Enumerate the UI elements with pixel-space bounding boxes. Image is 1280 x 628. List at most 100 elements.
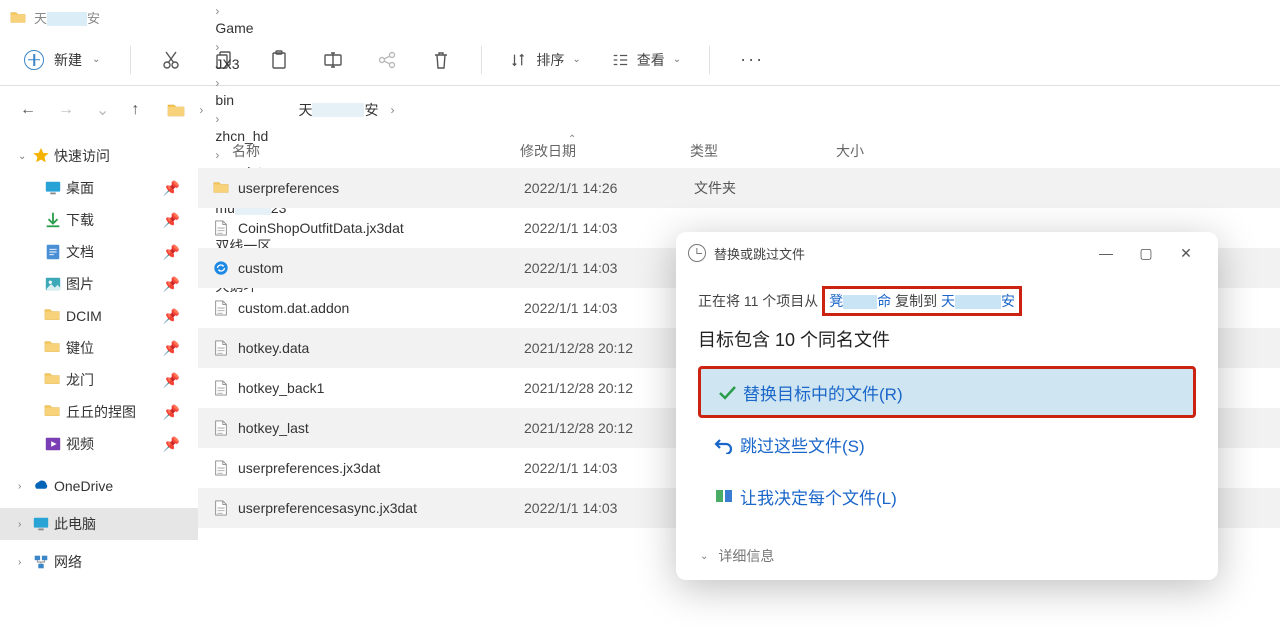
chevron-right-icon: › bbox=[18, 481, 32, 492]
pin-icon: 📌 bbox=[163, 340, 180, 357]
plus-icon bbox=[24, 50, 44, 70]
file-name: custom bbox=[232, 260, 524, 276]
option-replace[interactable]: 替换目标中的文件(R) bbox=[698, 366, 1196, 418]
chevron-right-icon: › bbox=[211, 40, 223, 54]
monitor-icon bbox=[44, 179, 66, 197]
sidebar-item[interactable]: 键位📌 bbox=[0, 332, 198, 364]
sidebar-item[interactable]: 龙门📌 bbox=[0, 364, 198, 396]
monitor-icon bbox=[32, 515, 54, 533]
sidebar-item[interactable]: 文档📌 bbox=[0, 236, 198, 268]
column-date[interactable]: 修改日期 bbox=[520, 141, 690, 161]
pin-icon: 📌 bbox=[163, 372, 180, 389]
nav-arrows: ← → ⌄ ↑ bbox=[20, 100, 139, 120]
dest-link[interactable]: 天安 bbox=[941, 293, 1015, 309]
replace-skip-dialog: 替换或跳过文件 — ▢ ✕ 正在将 11 个项目从 凳命 复制到 天安 目标包含… bbox=[676, 232, 1218, 580]
pin-icon: 📌 bbox=[163, 244, 180, 261]
pin-icon: 📌 bbox=[163, 404, 180, 421]
forward-button[interactable]: → bbox=[58, 101, 74, 119]
file-name: userpreferencesasync.jx3dat bbox=[232, 500, 524, 516]
sidebar-item[interactable]: 下载📌 bbox=[0, 204, 198, 236]
undo-icon bbox=[714, 434, 740, 454]
option-decide[interactable]: 让我决定每个文件(L) bbox=[698, 470, 1196, 522]
file-name: CoinShopOutfitData.jx3dat bbox=[232, 220, 524, 236]
sidebar-item[interactable]: 桌面📌 bbox=[0, 172, 198, 204]
sidebar-item-label: 下载 bbox=[66, 210, 163, 230]
dialog-title: 替换或跳过文件 bbox=[714, 244, 1086, 263]
sync-icon bbox=[210, 259, 232, 277]
breadcrumb-segment[interactable]: JX3 bbox=[211, 54, 290, 74]
pin-icon: 📌 bbox=[163, 308, 180, 325]
breadcrumb-segment[interactable]: Game bbox=[211, 18, 290, 38]
dialog-heading: 目标包含 10 个同名文件 bbox=[698, 326, 1196, 352]
new-button[interactable]: 新建 ⌄ bbox=[18, 44, 112, 76]
source-link[interactable]: 凳命 bbox=[829, 293, 891, 309]
folder-icon bbox=[44, 307, 66, 325]
sidebar-item-label: DCIM bbox=[66, 308, 163, 324]
file-date: 2021/12/28 20:12 bbox=[524, 420, 694, 436]
column-headers[interactable]: ⌃ 名称 修改日期 类型 大小 bbox=[198, 134, 1280, 168]
sidebar-item[interactable]: 图片📌 bbox=[0, 268, 198, 300]
sidebar-item-label: 键位 bbox=[66, 338, 163, 358]
file-date: 2022/1/1 14:03 bbox=[524, 300, 694, 316]
navigation-bar: ← → ⌄ ↑ › 此电脑›OS (C:)›JX3›Game›JX3›bin›z… bbox=[0, 86, 1280, 134]
back-button[interactable]: ← bbox=[20, 101, 36, 119]
option-skip[interactable]: 跳过这些文件(S) bbox=[698, 418, 1196, 470]
file-name: userpreferences.jx3dat bbox=[232, 460, 524, 476]
maximize-button[interactable]: ▢ bbox=[1126, 238, 1166, 268]
file-icon bbox=[210, 339, 232, 357]
chevron-right-icon: › bbox=[386, 103, 398, 117]
sidebar-onedrive[interactable]: › OneDrive bbox=[0, 470, 198, 502]
column-type[interactable]: 类型 bbox=[690, 141, 836, 161]
chevron-right-icon: › bbox=[211, 4, 223, 18]
window-title: 天安 bbox=[34, 8, 100, 27]
recent-button[interactable]: ⌄ bbox=[96, 100, 109, 120]
column-name[interactable]: 名称 bbox=[210, 141, 520, 161]
dialog-copy-status: 正在将 11 个项目从 凳命 复制到 天安 bbox=[698, 286, 1196, 316]
file-icon bbox=[210, 459, 232, 477]
file-date: 2022/1/1 14:03 bbox=[524, 220, 694, 236]
breadcrumb-segment[interactable]: JX3 bbox=[211, 0, 290, 2]
file-icon bbox=[210, 499, 232, 517]
up-button[interactable]: ↑ bbox=[131, 101, 139, 119]
column-size[interactable]: 大小 bbox=[836, 141, 936, 161]
sidebar-item[interactable]: 丘丘的捏图📌 bbox=[0, 396, 198, 428]
folder-icon bbox=[44, 403, 66, 421]
file-date: 2022/1/1 14:26 bbox=[524, 180, 694, 196]
option-label: 让我决定每个文件(L) bbox=[740, 484, 897, 509]
file-name: hotkey.data bbox=[232, 340, 524, 356]
folder-icon bbox=[10, 10, 26, 24]
sidebar-item-label: 此电脑 bbox=[54, 514, 198, 534]
file-date: 2022/1/1 14:03 bbox=[524, 460, 694, 476]
file-date: 2022/1/1 14:03 bbox=[524, 500, 694, 516]
chevron-right-icon: › bbox=[18, 557, 32, 568]
sidebar-item[interactable]: 视频📌 bbox=[0, 428, 198, 460]
dialog-more-details[interactable]: ⌄ 详细信息 bbox=[698, 546, 1196, 566]
pin-icon: 📌 bbox=[163, 436, 180, 453]
sidebar-item-label: 快速访问 bbox=[54, 146, 198, 166]
clock-icon bbox=[688, 244, 706, 262]
sidebar-quick-access[interactable]: ⌄ 快速访问 bbox=[0, 140, 198, 172]
minimize-button[interactable]: — bbox=[1086, 238, 1126, 268]
breadcrumb-segment[interactable]: bin bbox=[211, 90, 290, 110]
sidebar-this-pc[interactable]: › 此电脑 bbox=[0, 508, 198, 540]
onedrive-icon bbox=[32, 477, 54, 495]
sidebar-network[interactable]: › 网络 bbox=[0, 546, 198, 578]
folder-icon bbox=[44, 339, 66, 357]
folder-icon bbox=[210, 179, 232, 197]
sidebar-item[interactable]: DCIM📌 bbox=[0, 300, 198, 332]
down-icon bbox=[44, 211, 66, 229]
file-row[interactable]: userpreferences2022/1/1 14:26文件夹 bbox=[198, 168, 1280, 208]
file-name: custom.dat.addon bbox=[232, 300, 524, 316]
file-icon bbox=[210, 299, 232, 317]
close-button[interactable]: ✕ bbox=[1166, 238, 1206, 268]
breadcrumb-segment[interactable]: 天安 bbox=[294, 98, 382, 122]
file-type: 文件夹 bbox=[694, 178, 840, 198]
pin-icon: 📌 bbox=[163, 180, 180, 197]
pin-icon: 📌 bbox=[163, 212, 180, 229]
file-name: hotkey_last bbox=[232, 420, 524, 436]
pin-icon: 📌 bbox=[163, 276, 180, 293]
sidebar-item-label: 视频 bbox=[66, 434, 163, 454]
option-label: 跳过这些文件(S) bbox=[740, 432, 865, 457]
compare-icon bbox=[714, 486, 740, 506]
sidebar-item-label: 图片 bbox=[66, 274, 163, 294]
